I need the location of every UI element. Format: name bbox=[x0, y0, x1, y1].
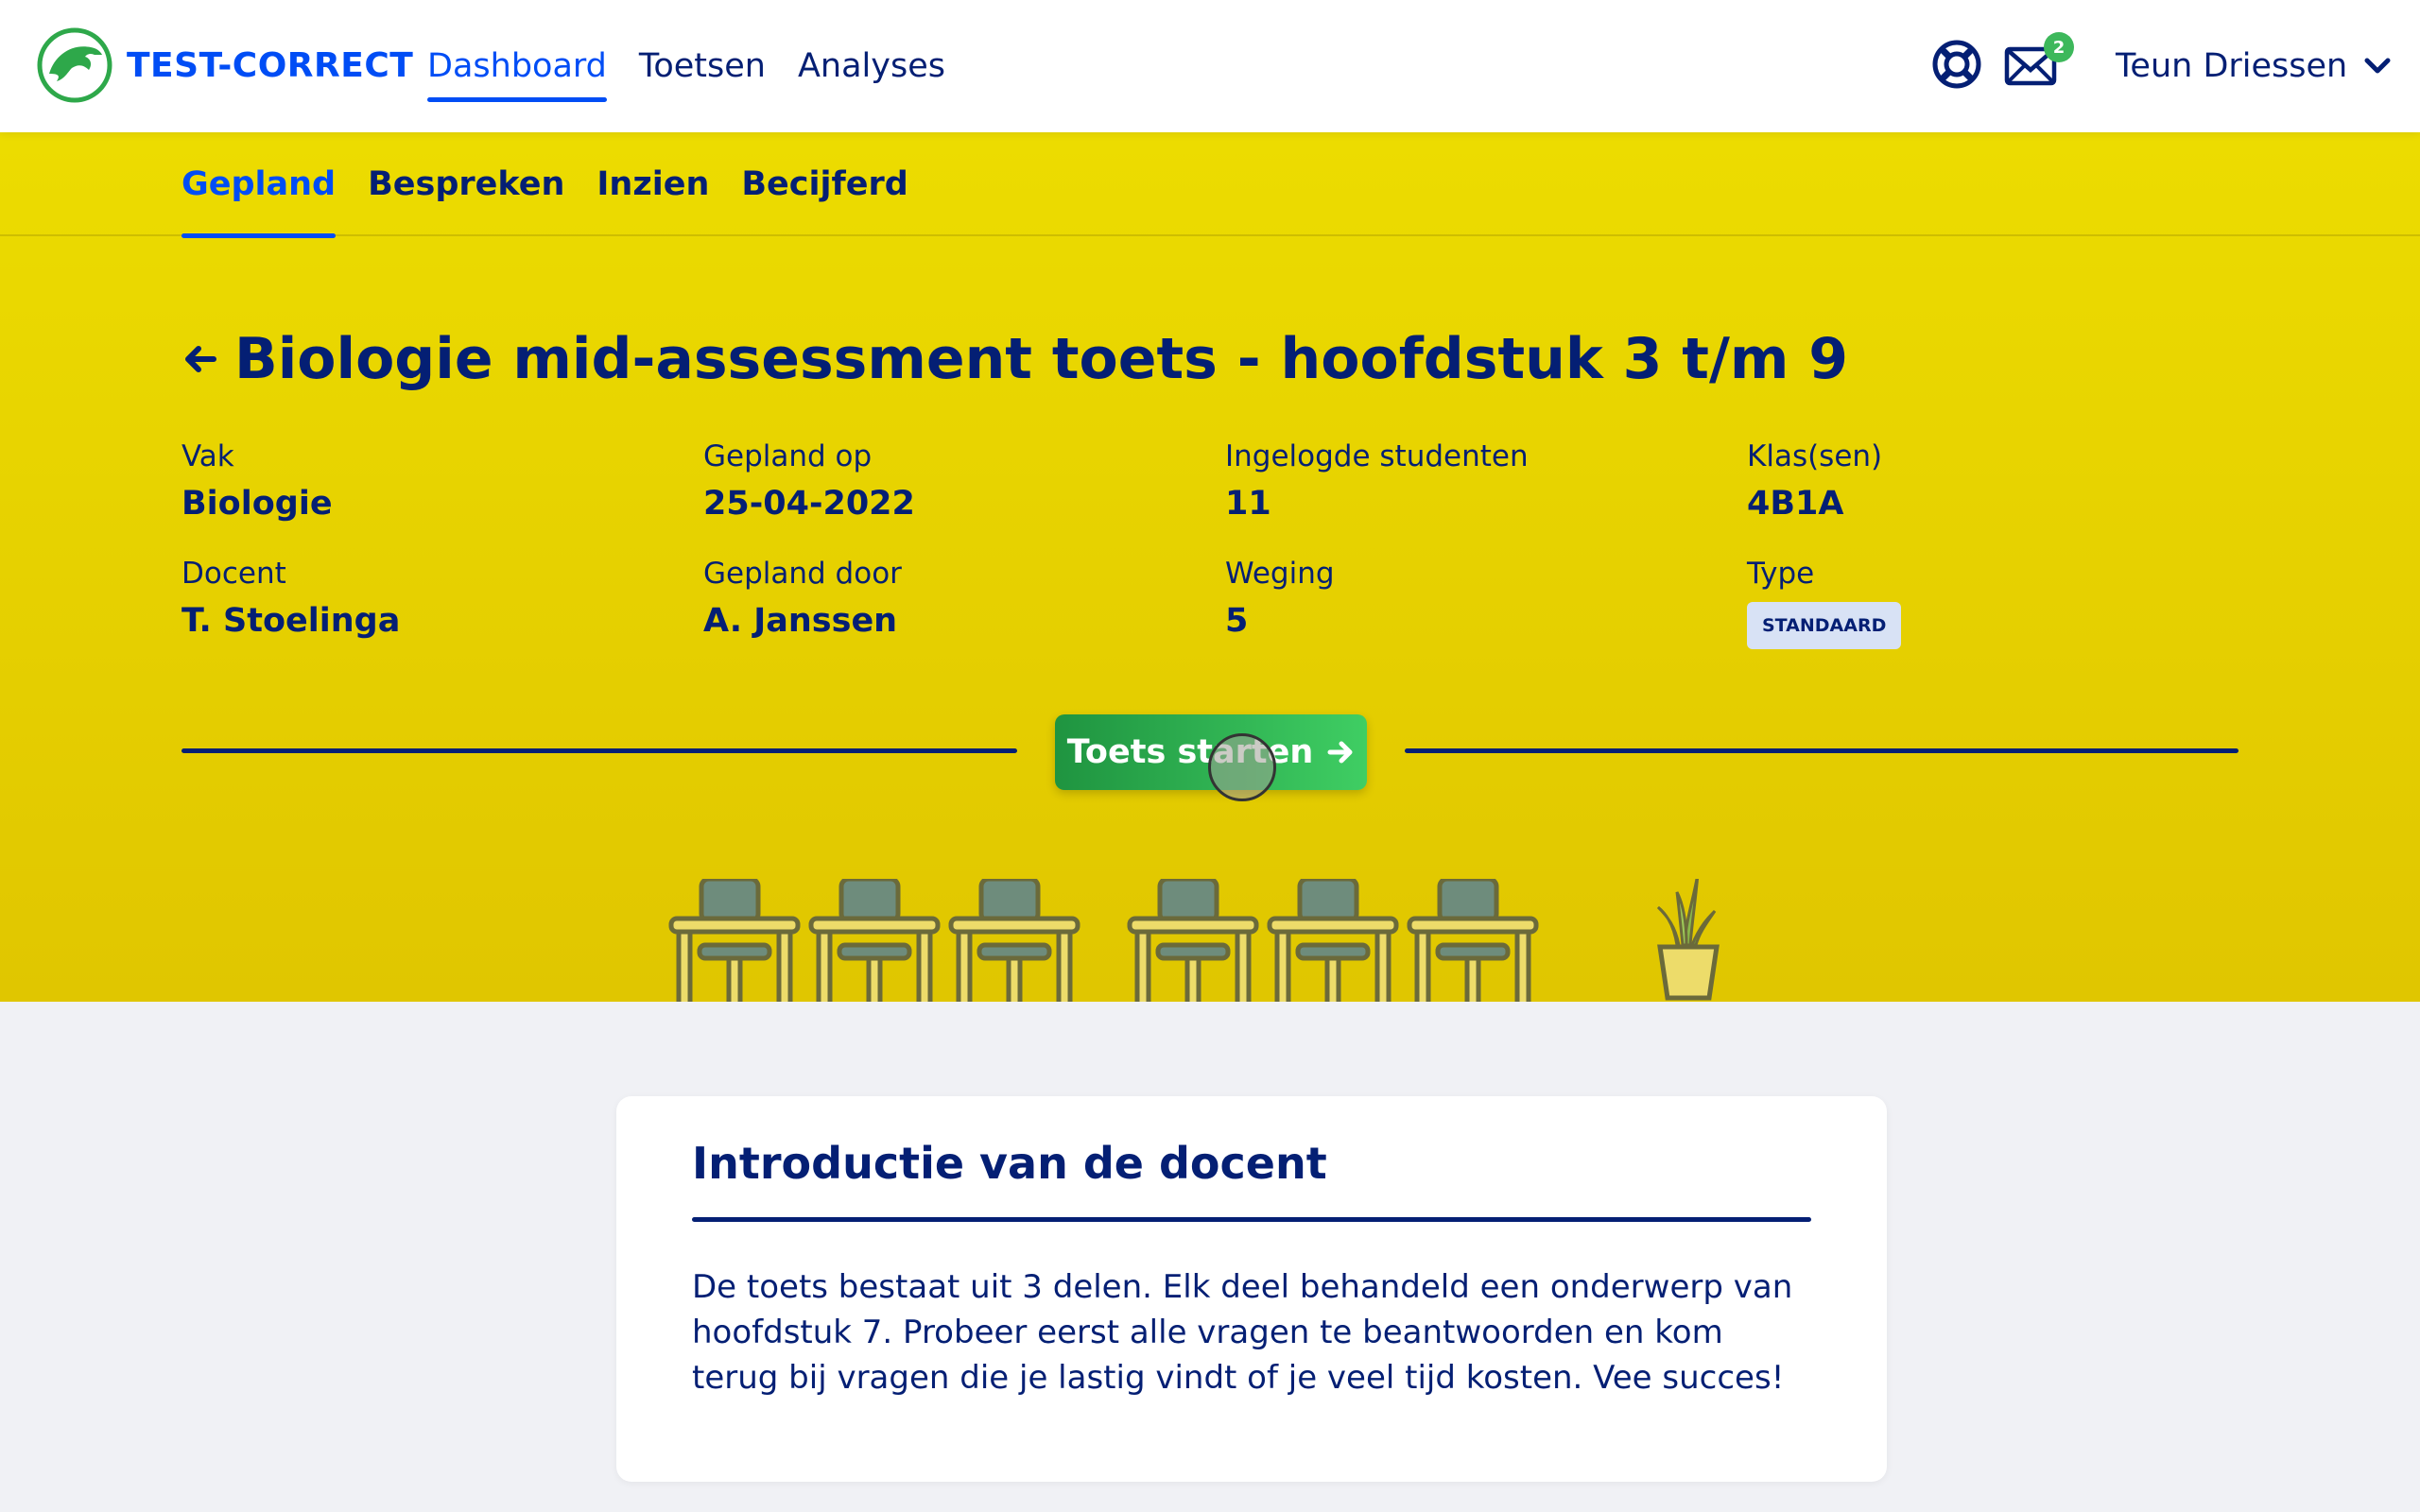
start-test-label: Toets starten bbox=[1066, 733, 1314, 771]
top-header: TEST-CORRECT Dashboard Toetsen Analyses … bbox=[0, 0, 2420, 132]
detail-gepland-door: Gepland door A. Janssen bbox=[703, 557, 1195, 640]
sub-navigation: Gepland Bespreken Inzien Becijferd bbox=[0, 132, 2420, 238]
nav-dashboard[interactable]: Dashboard bbox=[427, 0, 607, 132]
detail-label: Vak bbox=[182, 439, 234, 473]
dolphin-logo-icon bbox=[37, 27, 112, 103]
classroom-illustration bbox=[662, 879, 1720, 1002]
detail-docent: Docent T. Stoelinga bbox=[182, 557, 673, 640]
tab-becijferd[interactable]: Becijferd bbox=[741, 132, 908, 236]
tab-inzien[interactable]: Inzien bbox=[596, 132, 709, 236]
messages-button[interactable]: 2 bbox=[2004, 32, 2074, 91]
chevron-down-icon bbox=[2364, 58, 2391, 74]
detail-value: 11 bbox=[1225, 485, 1271, 523]
test-overview-hero: Gepland Bespreken Inzien Becijferd Biolo… bbox=[0, 132, 2420, 1002]
detail-label: Klas(sen) bbox=[1747, 439, 1883, 473]
detail-vak: Vak Biologie bbox=[182, 439, 673, 523]
page-title-row: Biologie mid-assessment toets - hoofdstu… bbox=[182, 326, 1848, 392]
divider-right bbox=[1405, 748, 2238, 753]
nav-toetsen[interactable]: Toetsen bbox=[639, 0, 766, 132]
mouse-cursor bbox=[1208, 733, 1276, 801]
brand-logo[interactable]: TEST-CORRECT bbox=[36, 26, 413, 104]
detail-klassen: Klas(sen) 4B1A bbox=[1747, 439, 2238, 523]
nav-analyses[interactable]: Analyses bbox=[798, 0, 945, 132]
user-menu[interactable]: Teun Driessen bbox=[2116, 0, 2391, 132]
detail-value: Biologie bbox=[182, 485, 333, 523]
detail-label: Weging bbox=[1225, 557, 1335, 591]
detail-value: 25-04-2022 bbox=[703, 485, 915, 523]
detail-weging: Weging 5 bbox=[1225, 557, 1717, 640]
divider-left bbox=[182, 748, 1017, 753]
tab-gepland[interactable]: Gepland bbox=[182, 132, 337, 238]
detail-value: A. Janssen bbox=[703, 602, 898, 640]
detail-label: Type bbox=[1747, 557, 1815, 591]
unread-count-badge: 2 bbox=[2044, 32, 2074, 62]
main-nav: Dashboard Toetsen Analyses bbox=[427, 0, 945, 132]
detail-label: Ingelogde studenten bbox=[1225, 439, 1529, 473]
detail-gepland-op: Gepland op 25-04-2022 bbox=[703, 439, 1195, 523]
teacher-intro-card: Introductie van de docent De toets besta… bbox=[616, 1096, 1887, 1482]
card-body: De toets bestaat uit 3 delen. Elk deel b… bbox=[692, 1268, 1793, 1397]
arrow-left-icon[interactable] bbox=[182, 340, 219, 378]
card-divider bbox=[692, 1217, 1811, 1222]
lifebuoy-icon[interactable] bbox=[1928, 36, 1985, 93]
brand-name: TEST-CORRECT bbox=[127, 45, 414, 85]
user-name: Teun Driessen bbox=[2116, 47, 2348, 85]
page-title: Biologie mid-assessment toets - hoofdstu… bbox=[234, 326, 1849, 392]
detail-ingelogde-studenten: Ingelogde studenten 11 bbox=[1225, 439, 1717, 523]
detail-label: Docent bbox=[182, 557, 286, 591]
detail-value: 4B1A bbox=[1747, 485, 1844, 523]
detail-label: Gepland op bbox=[703, 439, 873, 473]
tab-bespreken[interactable]: Bespreken bbox=[368, 132, 564, 236]
detail-value: T. Stoelinga bbox=[182, 602, 401, 640]
detail-value: 5 bbox=[1225, 602, 1249, 640]
detail-type: Type STANDAARD bbox=[1747, 557, 2238, 649]
card-title: Introductie van de docent bbox=[692, 1138, 1327, 1189]
arrow-right-icon bbox=[1327, 741, 1353, 764]
type-badge: STANDAARD bbox=[1747, 602, 1902, 649]
detail-label: Gepland door bbox=[703, 557, 902, 591]
